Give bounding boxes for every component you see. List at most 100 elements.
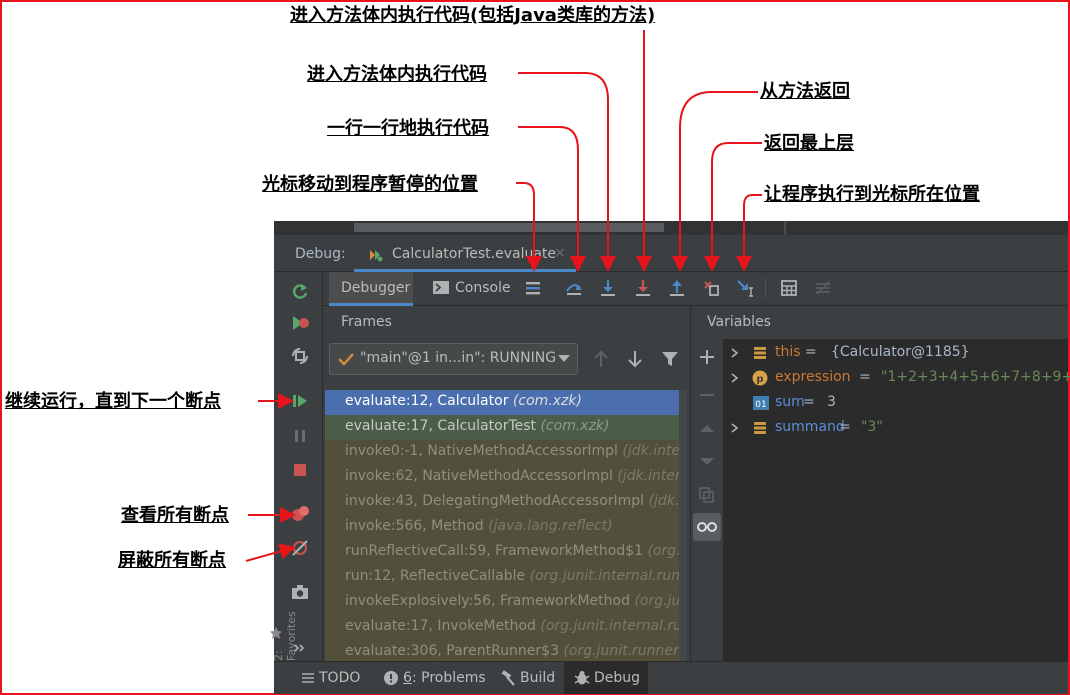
svg-text:01: 01 xyxy=(755,400,766,410)
frame-method: evaluate:12, Calculator xyxy=(345,393,513,409)
debug-header: Debug: CalculatorTest.evaluate × xyxy=(274,239,1068,272)
debug-label: Debug xyxy=(594,670,641,686)
show-watches-button[interactable] xyxy=(693,513,721,541)
variables-header-bar: Variables xyxy=(691,306,1068,339)
expand-icon[interactable] xyxy=(731,423,739,433)
svg-text:p: p xyxy=(756,374,763,385)
step-into-icon[interactable] xyxy=(598,278,618,298)
annotation-view-breakpoints: 查看所有断点 xyxy=(121,505,229,526)
debugger-tab-label: Debugger xyxy=(341,280,411,296)
down-arrow-icon[interactable] xyxy=(627,350,643,368)
show-execution-point-icon[interactable] xyxy=(523,278,543,298)
variable-value: "3" xyxy=(861,419,883,435)
trace-icon[interactable] xyxy=(813,278,833,298)
tab-title: CalculatorTest.evaluate xyxy=(392,246,557,262)
variable-name: this xyxy=(775,344,801,360)
frame-method: invoke:566, Method xyxy=(345,518,489,534)
frame-row[interactable]: invoke:566, Method (java.lang.reflect) xyxy=(325,515,687,540)
copy-icon[interactable] xyxy=(699,487,715,503)
frame-row[interactable]: evaluate:17, CalculatorTest (com.xzk) xyxy=(325,415,687,440)
filter-icon[interactable] xyxy=(661,350,679,368)
frame-package: (com.xzk) xyxy=(540,418,610,434)
glasses-icon xyxy=(697,522,717,532)
annotation-drop-frame: 返回最上层 xyxy=(764,133,854,154)
star-icon xyxy=(270,627,282,639)
frame-method: invoke0:-1, NativeMethodAccessorImpl xyxy=(345,443,623,459)
frame-package: (org.junit.internal.runne xyxy=(540,618,687,634)
todo-tool-button[interactable]: TODO xyxy=(294,662,364,694)
camera-icon[interactable] xyxy=(290,582,310,602)
annotation-step-over: 一行一行地执行代码 xyxy=(327,118,489,139)
parameter-icon: p xyxy=(752,370,768,386)
step-over-icon[interactable] xyxy=(564,278,584,298)
variable-eq: = xyxy=(859,369,871,385)
step-out-icon[interactable] xyxy=(667,278,687,298)
divider xyxy=(784,221,786,235)
variable-name: summand xyxy=(775,419,845,435)
close-icon[interactable]: × xyxy=(554,245,566,261)
frame-method: evaluate:17, InvokeMethod xyxy=(345,618,541,634)
frame-row[interactable]: runReflectiveCall:59, FrameworkMethod$1 … xyxy=(325,540,687,565)
pause-icon[interactable] xyxy=(290,426,310,446)
debug-tool-window: Debug: CalculatorTest.evaluate × 2: Favo… xyxy=(270,221,1070,694)
thread-selector[interactable]: "main"@1 in...in": RUNNING xyxy=(329,343,578,375)
variable-value: {Calculator@1185} xyxy=(831,344,970,360)
frame-package: (org.junit.internal.runners xyxy=(529,568,687,584)
run-config-icon xyxy=(370,250,383,262)
frame-package: (org.junit.runners) xyxy=(563,643,687,659)
more-icon[interactable] xyxy=(290,638,310,658)
restore-layout-icon[interactable] xyxy=(290,346,310,366)
annotation-step-out: 从方法返回 xyxy=(760,81,850,102)
move-down-icon[interactable] xyxy=(699,453,715,469)
field-icon xyxy=(754,347,766,359)
add-watch-icon[interactable] xyxy=(699,349,715,365)
frame-row[interactable]: run:12, ReflectiveCallable (org.junit.in… xyxy=(325,565,687,590)
variables-side-toolbar xyxy=(691,339,724,661)
frame-row-selected[interactable]: evaluate:12, Calculator (com.xzk) xyxy=(325,390,687,415)
frame-row[interactable]: evaluate:17, InvokeMethod (org.junit.int… xyxy=(325,615,687,640)
bottom-tool-strip: TODO 6 : Problems Build Debug xyxy=(274,661,1068,694)
build-tool-button[interactable]: Build xyxy=(496,662,556,694)
frame-method: invoke:62, NativeMethodAccessorImpl xyxy=(345,468,618,484)
drop-frame-icon[interactable] xyxy=(701,278,721,298)
variable-eq: = xyxy=(805,344,817,360)
frame-method: evaluate:17, CalculatorTest xyxy=(345,418,541,434)
variable-name: expression xyxy=(775,369,851,385)
debug-tool-button[interactable]: Debug xyxy=(564,662,648,694)
stop-icon[interactable] xyxy=(290,460,310,480)
rerun-failed-icon[interactable] xyxy=(290,313,310,333)
frame-row[interactable]: invoke:43, DelegatingMethodAccessorImpl … xyxy=(325,490,687,515)
resume-program-icon[interactable] xyxy=(290,391,310,411)
annotation-step-into: 进入方法体内执行代码 xyxy=(307,64,487,85)
variable-value: "1+2+3+4+5+6+7+8+9+10" xyxy=(881,369,1070,385)
annotation-run-to-cursor: 让程序执行到光标所在位置 xyxy=(764,184,980,205)
evaluate-expression-icon[interactable] xyxy=(779,278,799,298)
frame-row[interactable]: invokeExplosively:56, FrameworkMethod (o… xyxy=(325,590,687,615)
frame-package: (jdk.internal xyxy=(622,443,687,459)
thread-selector-value: "main"@1 in...in": RUNNING xyxy=(360,350,557,366)
debug-label: Debug: xyxy=(295,246,346,262)
force-step-into-icon[interactable] xyxy=(633,278,653,298)
expand-icon[interactable] xyxy=(731,373,739,383)
remove-watch-icon[interactable] xyxy=(699,387,715,403)
frame-method: runReflectiveCall:59, FrameworkMethod$1 xyxy=(345,543,648,559)
annotation-mute-breakpoints: 屏蔽所有断点 xyxy=(118,550,226,571)
frame-row[interactable]: invoke:62, NativeMethodAccessorImpl (jdk… xyxy=(325,465,687,490)
frame-row[interactable]: invoke0:-1, NativeMethodAccessorImpl (jd… xyxy=(325,440,687,465)
problems-label: : Problems xyxy=(412,670,486,686)
tab-calculator-test[interactable]: CalculatorTest.evaluate × xyxy=(354,239,576,272)
frames-scrollbar[interactable] xyxy=(679,390,687,661)
rerun-icon[interactable] xyxy=(290,282,310,302)
tab-console[interactable]: Console xyxy=(423,272,513,303)
run-to-cursor-icon[interactable] xyxy=(735,278,755,298)
problems-tool-button[interactable]: 6 : Problems xyxy=(378,662,486,694)
view-breakpoints-icon[interactable] xyxy=(290,504,310,524)
horizontal-scrollbar[interactable] xyxy=(354,223,664,232)
up-arrow-icon[interactable] xyxy=(593,350,609,368)
move-up-icon[interactable] xyxy=(699,421,715,437)
chevron-down-icon xyxy=(558,355,570,362)
mute-breakpoints-icon[interactable] xyxy=(290,538,310,558)
expand-icon[interactable] xyxy=(731,348,739,358)
tab-debugger[interactable]: Debugger xyxy=(329,272,413,306)
left-action-bar: 2: Favorites xyxy=(270,272,323,661)
